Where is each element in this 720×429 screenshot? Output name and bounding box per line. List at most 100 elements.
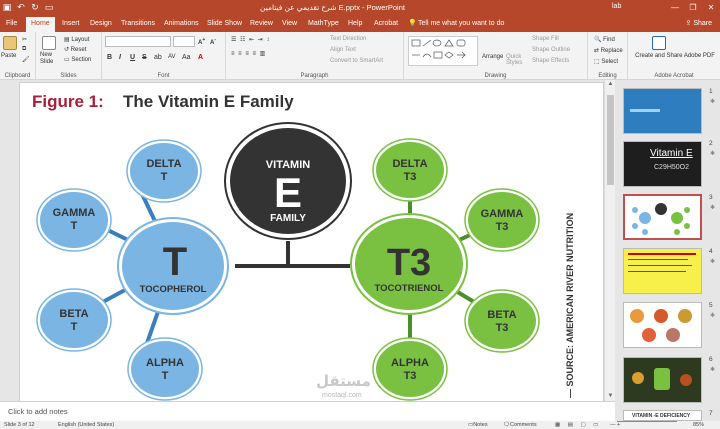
slide-scrollbar[interactable]: ▲ ▼ (604, 80, 615, 401)
close-button[interactable]: ✕ (702, 0, 720, 15)
pdf-icon[interactable] (652, 36, 666, 50)
layout-button[interactable]: ▤ Layout (64, 36, 89, 43)
list-buttons[interactable]: ☰ ☷ ⇤ ⇥ ↕ (231, 36, 270, 43)
slide-diagram: Figure 1: The Vitamin E Family VITAMIN E… (32, 92, 575, 401)
thumbnail-slide-4[interactable] (623, 248, 702, 294)
tab-help[interactable]: Help (348, 15, 362, 32)
shape-effects-button[interactable]: Shape Effects (532, 58, 569, 64)
node-right-delta-name: DELTA (392, 158, 427, 170)
quick-styles-button[interactable]: Quick Styles (506, 54, 526, 66)
tab-mathtype[interactable]: MathType (308, 15, 339, 32)
section-button[interactable]: ▭ Section (64, 56, 91, 63)
thumb2-formula: C29H50O2 (654, 164, 690, 171)
shape-fill-button[interactable]: Shape Fill (532, 36, 559, 42)
heading-prefix: Figure 1: (32, 92, 104, 111)
restore-button[interactable]: ❐ (684, 0, 702, 15)
new-slide-button[interactable]: New Slide (40, 52, 62, 66)
font-group: A+ A- B I U S ab AV Aa A Font (102, 32, 226, 80)
tab-view[interactable]: View (282, 15, 297, 32)
underline-button[interactable]: U (130, 54, 135, 61)
zoom-level[interactable]: 85% (693, 421, 704, 429)
node-right-beta (468, 293, 536, 349)
reset-label: Reset (70, 47, 87, 53)
tab-slide-show[interactable]: Slide Show (207, 15, 242, 32)
notes-pane[interactable]: Click to add notes (0, 401, 615, 421)
align-buttons[interactable]: ≡ ≡ ≡ ≡ ▥ (231, 50, 266, 57)
thumbnail-slide-5[interactable] (623, 302, 702, 348)
italic-button[interactable]: I (119, 54, 121, 61)
language-indicator[interactable]: English (United States) (58, 421, 114, 429)
font-name-field[interactable] (105, 36, 171, 47)
node-right-beta-name: BETA (487, 309, 516, 321)
new-slide-icon[interactable] (42, 36, 56, 50)
paste-button[interactable]: Paste (1, 53, 16, 59)
right-hub-letter: T3 (387, 242, 431, 284)
arrange-button[interactable]: Arrange (482, 54, 503, 60)
tab-animations[interactable]: Animations (164, 15, 199, 32)
redo-icon[interactable]: ↻ (30, 2, 40, 12)
animation-star-icon: ✱ (710, 313, 716, 319)
slides-label: Slides (60, 73, 77, 79)
tab-design[interactable]: Design (90, 15, 112, 32)
tab-transitions[interactable]: Transitions (121, 15, 155, 32)
center-letter: E (274, 169, 302, 216)
thumb-number: 6 (709, 356, 713, 363)
slides-group: New Slide ▤ Layout ↺ Reset ▭ Section Sli… (36, 32, 102, 80)
tab-review[interactable]: Review (250, 15, 273, 32)
scroll-thumb[interactable] (607, 95, 614, 185)
replace-button[interactable]: ⇄ Replace (594, 47, 623, 54)
notes-toggle-label: Notes (473, 422, 488, 428)
tab-home[interactable]: Home (26, 17, 55, 32)
shapes-gallery[interactable] (408, 36, 478, 66)
align-text-button[interactable]: Align Text (330, 47, 356, 53)
slide-canvas[interactable]: Figure 1: The Vitamin E Family VITAMIN E… (19, 82, 604, 402)
share-button[interactable]: ⇪ Share (686, 15, 713, 32)
convert-smartart-button[interactable]: Convert to SmartArt (330, 58, 383, 64)
shrink-font-icon[interactable]: A- (210, 37, 216, 46)
comments-toggle[interactable]: 🗨 Comments (503, 421, 537, 429)
view-buttons[interactable]: ▦ ▤ ▢ ▭ (555, 421, 601, 429)
node-right-alpha-sub: T3 (404, 370, 417, 382)
thumbnail-slide-7[interactable]: VITAMIN -E DEFICIENCY (623, 410, 702, 421)
find-button[interactable]: 🔍 Find (594, 36, 615, 43)
font-color-icon[interactable]: A (198, 54, 203, 61)
node-left-delta-sub: T (161, 171, 168, 183)
notes-toggle[interactable]: ▭ Notes (468, 421, 488, 429)
select-button[interactable]: ⬚ Select (594, 58, 618, 65)
node-left-alpha (131, 341, 199, 397)
minimize-button[interactable]: — (666, 0, 684, 15)
tell-me-search[interactable]: Tell me what you want to do (418, 15, 504, 32)
thumbnail-slide-6[interactable] (623, 357, 702, 403)
thumbnail-slide-1[interactable] (623, 88, 702, 134)
zoom-slider[interactable]: — + (610, 421, 678, 429)
tab-insert[interactable]: Insert (62, 15, 80, 32)
animation-star-icon: ✱ (710, 99, 716, 105)
user-name[interactable]: lab (612, 3, 621, 10)
char-spacing-button[interactable]: AV (168, 54, 176, 60)
shape-outline-button[interactable]: Shape Outline (532, 47, 570, 53)
bold-button[interactable]: B (107, 54, 112, 61)
strikethrough-button[interactable]: S (142, 54, 147, 61)
text-shadow-button[interactable]: ab (154, 54, 162, 61)
tab-acrobat[interactable]: Acrobat (374, 15, 398, 32)
change-case-button[interactable]: Aa (182, 54, 191, 61)
thumbnail-slide-2[interactable]: Vitamin E C29H50O2 (623, 141, 702, 187)
center-line2: FAMILY (270, 213, 306, 224)
format-painter-icon[interactable]: 🖌 (22, 56, 30, 63)
animation-star-icon: ✱ (710, 151, 716, 157)
reset-button[interactable]: ↺ Reset (64, 46, 86, 53)
text-direction-button[interactable]: Text Direction (330, 36, 366, 42)
thumbnail-slide-3[interactable] (623, 194, 702, 240)
left-hub-letter: T (163, 240, 187, 284)
grow-font-icon[interactable]: A+ (198, 37, 205, 46)
create-share-pdf-button[interactable]: Create and Share Adobe PDF (632, 53, 718, 60)
cut-icon[interactable]: ✂ (22, 36, 27, 43)
copy-icon[interactable]: ⧉ (22, 46, 26, 53)
save-icon[interactable]: ▣ (2, 2, 12, 12)
present-icon[interactable]: ▭ (44, 2, 54, 12)
tab-file[interactable]: File (6, 15, 17, 32)
font-size-field[interactable] (173, 36, 195, 47)
undo-icon[interactable]: ↶ (16, 2, 26, 12)
notes-placeholder[interactable]: Click to add notes (8, 407, 68, 416)
paste-icon[interactable] (3, 36, 17, 50)
